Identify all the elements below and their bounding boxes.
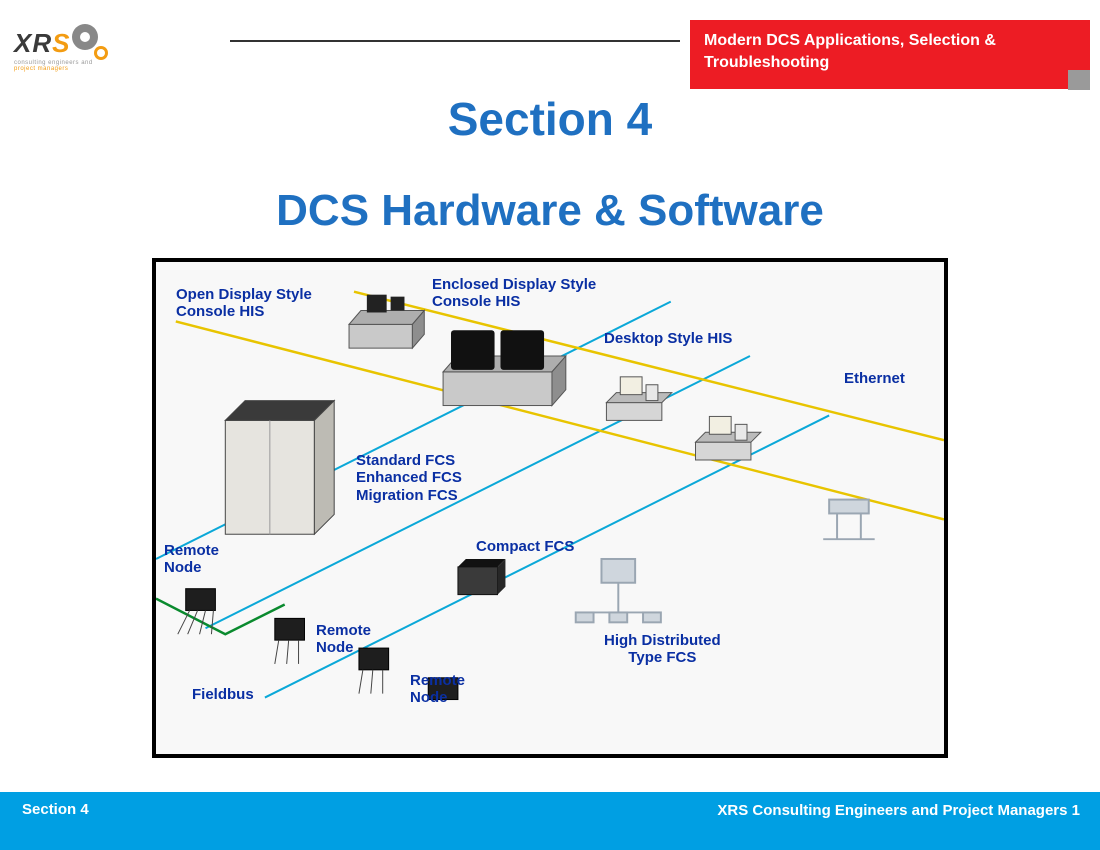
logo-tagline-2: project managers	[14, 66, 154, 72]
footer-section: Section 4	[22, 801, 89, 818]
grey-accent-box	[1068, 70, 1090, 90]
label-remote-3: Remote Node	[410, 672, 465, 707]
label-fieldbus: Fieldbus	[192, 686, 254, 703]
label-ethernet: Ethernet	[844, 370, 905, 387]
header-banner: Modern DCS Applications, Selection & Tro…	[690, 20, 1090, 89]
page-section-title: Section 4	[0, 92, 1100, 146]
footer-bar: Section 4 XRS Consulting Engineers and P…	[0, 792, 1100, 850]
logo: XRS consulting engineers and project man…	[14, 26, 154, 72]
label-compact-fcs: Compact FCS	[476, 538, 574, 555]
gears-icon	[74, 26, 108, 60]
header-divider	[230, 40, 680, 42]
label-open-display: Open Display Style Console HIS	[176, 286, 312, 321]
page-subtitle: DCS Hardware & Software	[0, 186, 1100, 236]
label-desktop-his: Desktop Style HIS	[604, 330, 732, 347]
footer-company: XRS Consulting Engineers and Project Man…	[717, 801, 1080, 821]
label-standard-fcs: Standard FCS Enhanced FCS Migration FCS	[356, 452, 462, 504]
label-remote-1: Remote Node	[164, 542, 219, 577]
network-diagram-svg	[156, 262, 944, 757]
banner-text: Modern DCS Applications, Selection & Tro…	[704, 30, 1076, 73]
label-remote-2: Remote Node	[316, 622, 371, 657]
label-enclosed: Enclosed Display Style Console HIS	[432, 276, 596, 311]
diagram-frame: Open Display Style Console HIS Enclosed …	[152, 258, 948, 758]
label-high-dist: High Distributed Type FCS	[604, 632, 721, 667]
